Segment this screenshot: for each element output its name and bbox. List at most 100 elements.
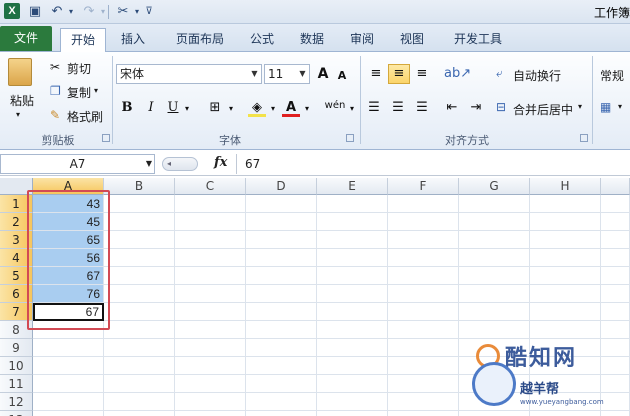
align-bottom-icon[interactable]: ≡	[412, 64, 432, 84]
grid-cell[interactable]	[317, 339, 388, 357]
currency-dropdown-icon[interactable]: ▾	[618, 102, 622, 111]
grid-cell[interactable]	[33, 357, 104, 375]
grid-cell[interactable]	[601, 195, 630, 213]
tab-data[interactable]: 数据	[292, 28, 332, 52]
grid-cell[interactable]	[246, 231, 317, 249]
grid-cell[interactable]	[530, 213, 601, 231]
alignment-launcher-icon[interactable]	[580, 134, 588, 142]
tab-review[interactable]: 审阅	[342, 28, 382, 52]
increase-indent-icon[interactable]: ⇥	[466, 98, 486, 118]
grid-cell[interactable]	[104, 249, 175, 267]
row-header[interactable]: 10	[0, 357, 33, 375]
grid-cell[interactable]	[530, 231, 601, 249]
grid-cell[interactable]	[388, 357, 459, 375]
save-icon[interactable]: ▣	[26, 3, 44, 21]
number-format-select[interactable]: 常规	[600, 67, 624, 84]
grid-cell[interactable]	[175, 339, 246, 357]
underline-button[interactable]: U	[164, 98, 182, 118]
borders-dropdown-icon[interactable]: ▾	[226, 99, 236, 119]
grid-cell[interactable]	[104, 231, 175, 249]
grid-cell[interactable]	[388, 303, 459, 321]
borders-icon[interactable]: ⊞	[206, 98, 224, 118]
paste-dropdown-icon[interactable]: ▾	[16, 110, 20, 119]
formula-input[interactable]: 67	[236, 154, 630, 174]
grid-cell[interactable]	[33, 411, 104, 416]
grid-cell[interactable]	[317, 213, 388, 231]
grid-cell[interactable]	[175, 393, 246, 411]
grid-cell[interactable]	[459, 321, 530, 339]
row-header[interactable]: 13	[0, 411, 33, 416]
grid-cell[interactable]	[317, 357, 388, 375]
grid-cell[interactable]	[246, 393, 317, 411]
grid-cell[interactable]	[317, 321, 388, 339]
font-size-select[interactable]: 11 ▼	[264, 64, 310, 84]
grid-cell[interactable]	[33, 393, 104, 411]
phonetic-dropdown-icon[interactable]: ▾	[348, 99, 356, 119]
grid-cell[interactable]	[246, 303, 317, 321]
merge-center-button[interactable]: 合并后居中	[513, 101, 573, 118]
grid-cell[interactable]	[459, 213, 530, 231]
cut-button[interactable]: 剪切	[67, 60, 91, 77]
italic-button[interactable]: I	[142, 98, 160, 118]
grid-cell[interactable]	[601, 285, 630, 303]
formula-bar-handle[interactable]: ◂	[162, 157, 198, 171]
grid-cell[interactable]	[388, 339, 459, 357]
font-color-icon[interactable]: A	[282, 98, 300, 117]
align-middle-icon[interactable]: ≡	[388, 64, 410, 84]
tab-formulas[interactable]: 公式	[242, 28, 282, 52]
font-launcher-icon[interactable]	[346, 134, 354, 142]
row-header[interactable]: 11	[0, 375, 33, 393]
grid-cell[interactable]	[530, 303, 601, 321]
grid-cell[interactable]	[530, 321, 601, 339]
grid-cell[interactable]	[175, 303, 246, 321]
grid-cell[interactable]	[104, 285, 175, 303]
row-header[interactable]: 12	[0, 393, 33, 411]
font-name-select[interactable]: 宋体 ▼	[116, 64, 262, 84]
grid-cell[interactable]	[175, 411, 246, 416]
align-top-icon[interactable]: ≡	[366, 64, 386, 84]
grid-cell[interactable]	[388, 267, 459, 285]
grid-cell[interactable]	[530, 267, 601, 285]
format-painter-icon[interactable]: ✎	[50, 108, 60, 122]
grid-cell[interactable]	[459, 303, 530, 321]
name-box[interactable]: A7 ▼	[0, 154, 155, 174]
copy-button[interactable]: 复制	[67, 84, 91, 101]
grid-cell[interactable]	[388, 285, 459, 303]
grid-cell[interactable]	[601, 231, 630, 249]
shrink-font-button[interactable]: A	[335, 66, 349, 86]
grid-cell[interactable]	[459, 285, 530, 303]
grid-cell[interactable]	[388, 375, 459, 393]
tab-developer[interactable]: 开发工具	[446, 28, 510, 52]
grid-cell[interactable]	[104, 321, 175, 339]
grid-cell[interactable]	[317, 375, 388, 393]
grid-cell[interactable]	[246, 285, 317, 303]
grid-cell[interactable]	[388, 231, 459, 249]
column-header-f[interactable]: F	[388, 178, 459, 195]
grid-cell[interactable]	[317, 411, 388, 416]
grid-cell[interactable]	[459, 231, 530, 249]
grid-cell[interactable]	[246, 321, 317, 339]
fill-color-dropdown-icon[interactable]: ▾	[268, 99, 278, 119]
column-header-d[interactable]: D	[246, 178, 317, 195]
column-header-e[interactable]: E	[317, 178, 388, 195]
grid-cell[interactable]	[104, 411, 175, 416]
merge-dropdown-icon[interactable]: ▾	[578, 102, 582, 111]
grid-cell[interactable]	[246, 375, 317, 393]
grid-cell[interactable]	[246, 213, 317, 231]
insert-function-button[interactable]: fx	[214, 155, 227, 170]
grid-cell[interactable]	[104, 303, 175, 321]
align-center-icon[interactable]: ☰	[388, 98, 408, 118]
grid-cell[interactable]	[317, 303, 388, 321]
grid-cell[interactable]	[601, 249, 630, 267]
fill-color-icon[interactable]: ◈	[248, 98, 266, 117]
column-header-g[interactable]: G	[459, 178, 530, 195]
grid-cell[interactable]	[388, 321, 459, 339]
grid-cell[interactable]	[33, 375, 104, 393]
tab-view[interactable]: 视图	[392, 28, 432, 52]
underline-dropdown-icon[interactable]: ▾	[182, 99, 192, 119]
grid-cell[interactable]	[388, 213, 459, 231]
wrap-text-icon[interactable]: ⤶	[496, 66, 503, 81]
grid-cell[interactable]	[530, 249, 601, 267]
grid-cell[interactable]	[175, 249, 246, 267]
grid-cell[interactable]	[388, 195, 459, 213]
